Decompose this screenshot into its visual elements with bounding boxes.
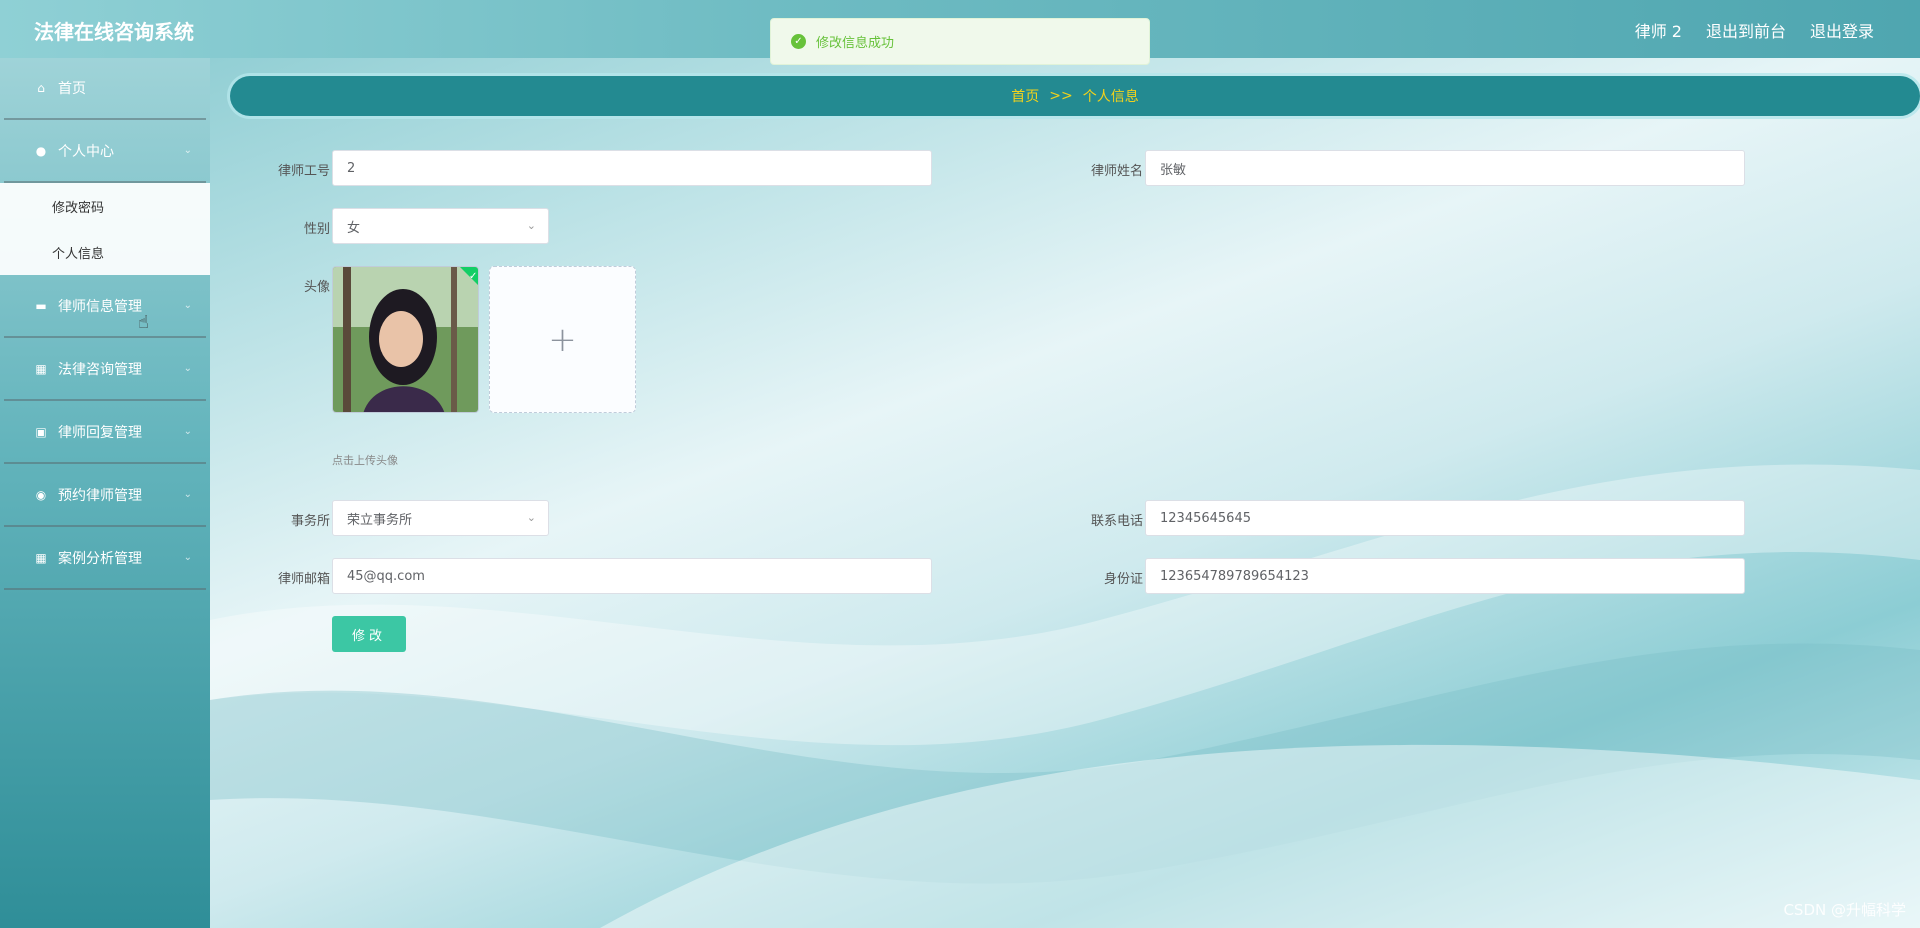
- sidebar-item-lawyer-info[interactable]: ▬ 律师信息管理 ⌄: [4, 275, 206, 338]
- avatar-label: 头像: [303, 280, 330, 295]
- chevron-down-icon: ⌄: [183, 300, 192, 311]
- lawyer-no-label: 律师工号: [277, 164, 330, 179]
- avatar-photo: ✓: [333, 267, 478, 412]
- phone-label: 联系电话: [1090, 514, 1143, 529]
- gender-value: 女: [347, 220, 361, 236]
- current-user[interactable]: 律师 2: [1635, 18, 1682, 42]
- home-icon: ⌂: [37, 81, 45, 95]
- email-field[interactable]: 45@qq.com: [332, 558, 932, 594]
- check-circle-icon: ✓: [791, 34, 806, 49]
- lawyer-name-label: 律师姓名: [1090, 164, 1143, 179]
- gender-label: 性别: [303, 222, 330, 237]
- user-icon: ●: [35, 143, 47, 158]
- mouse-cursor-icon: ☝: [138, 312, 149, 333]
- sidebar-item-label: 律师回复管理: [58, 424, 142, 441]
- sidebar-item-personal-center[interactable]: ● 个人中心 ⌄: [4, 120, 206, 183]
- gender-select[interactable]: 女 ⌄: [332, 208, 549, 244]
- sidebar-item-label: 案例分析管理: [58, 550, 142, 567]
- phone-field[interactable]: 12345645645: [1145, 500, 1745, 536]
- chevron-down-icon: ⌄: [183, 363, 192, 374]
- toast-message: 修改信息成功: [816, 36, 895, 51]
- sidebar-item-label: 法律咨询管理: [58, 361, 142, 378]
- submenu-item-personal-info[interactable]: 个人信息: [0, 229, 210, 275]
- logout-link[interactable]: 退出登录: [1810, 18, 1874, 42]
- header-actions: 律师 2 退出到前台 退出登录: [1635, 18, 1874, 42]
- email-label: 律师邮箱: [277, 572, 330, 587]
- sidebar-item-label: 律师信息管理: [58, 298, 142, 315]
- sidebar-item-home[interactable]: ⌂ 首页: [4, 58, 206, 120]
- grid-icon: ▦: [35, 550, 47, 565]
- submit-button[interactable]: 修改: [332, 616, 406, 652]
- firm-select[interactable]: 荣立事务所 ⌄: [332, 500, 549, 536]
- id-card-field[interactable]: 123654789789654123: [1145, 558, 1745, 594]
- id-card-label: 身份证: [1103, 572, 1143, 587]
- avatar-upload-button[interactable]: +: [489, 266, 636, 413]
- personal-center-submenu: 修改密码 个人信息: [0, 183, 210, 275]
- breadcrumb-current: 个人信息: [1082, 89, 1139, 105]
- lawyer-no-field[interactable]: 2: [332, 150, 932, 186]
- sidebar: ⌂ 首页 ● 个人中心 ⌄ 修改密码 个人信息 ▬ 律师信息管理 ⌄ ▦ 法律咨…: [0, 58, 210, 928]
- sidebar-item-label: 预约律师管理: [58, 487, 142, 504]
- sidebar-item-case-analysis[interactable]: ▦ 案例分析管理 ⌄: [4, 527, 206, 590]
- main-content: 首页 >> 个人信息 律师工号 2 律师姓名 张敏 性别 女 ⌄ 头像 ✓ + …: [210, 58, 1920, 928]
- breadcrumb: 首页 >> 个人信息: [230, 76, 1920, 116]
- firm-value: 荣立事务所: [347, 512, 413, 528]
- watermark: CSDN @升幅科学: [1783, 901, 1906, 919]
- success-toast: ✓ 修改信息成功: [770, 18, 1150, 65]
- avatar-image[interactable]: ✓: [332, 266, 479, 413]
- chevron-down-icon: ⌄: [183, 426, 192, 437]
- location-icon: ◉: [35, 487, 47, 502]
- sidebar-item-label: 个人中心: [58, 143, 114, 160]
- chevron-down-icon: ⌄: [183, 145, 192, 156]
- breadcrumb-home[interactable]: 首页: [1011, 86, 1039, 106]
- chevron-down-icon: ⌄: [526, 219, 536, 232]
- sidebar-item-reply[interactable]: ▣ 律师回复管理 ⌄: [4, 401, 206, 464]
- sidebar-item-appointment[interactable]: ◉ 预约律师管理 ⌄: [4, 464, 206, 527]
- chevron-down-icon: ⌄: [183, 489, 192, 500]
- chevron-down-icon: ⌄: [183, 552, 192, 563]
- sidebar-item-consult[interactable]: ▦ 法律咨询管理 ⌄: [4, 338, 206, 401]
- app-title: 法律在线咨询系统: [34, 20, 194, 44]
- upload-tip: 点击上传头像: [332, 454, 398, 467]
- submenu-item-change-password[interactable]: 修改密码: [0, 183, 210, 229]
- chevron-down-icon: ⌄: [526, 511, 536, 524]
- plus-icon: +: [548, 319, 577, 360]
- sidebar-item-label: 首页: [58, 81, 86, 97]
- ticket-icon: ▬: [35, 298, 47, 313]
- breadcrumb-separator: >>: [1049, 88, 1073, 104]
- grid-icon: ▦: [35, 361, 47, 376]
- back-to-frontend-link[interactable]: 退出到前台: [1706, 18, 1786, 42]
- firm-label: 事务所: [290, 514, 330, 529]
- lawyer-name-field[interactable]: 张敏: [1145, 150, 1745, 186]
- briefcase-icon: ▣: [35, 424, 47, 439]
- svg-text:✓: ✓: [469, 271, 477, 282]
